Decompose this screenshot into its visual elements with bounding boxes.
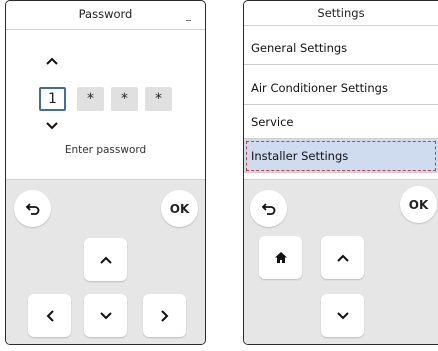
back-arrow-icon	[261, 202, 275, 215]
menu-item-installer-settings[interactable]: Installer Settings	[244, 139, 438, 173]
keypad: OK	[6, 179, 205, 344]
back-button[interactable]	[14, 190, 51, 227]
up-button[interactable]	[321, 236, 364, 279]
password-digit-3[interactable]: *	[111, 87, 138, 111]
down-button[interactable]	[321, 294, 364, 337]
title-divider-mark	[186, 20, 191, 21]
back-arrow-icon	[25, 202, 39, 215]
chevron-down-icon	[99, 311, 112, 319]
chevron-up-icon	[336, 254, 349, 262]
chevron-down-icon	[336, 311, 349, 319]
right-button[interactable]	[143, 294, 186, 337]
chevron-left-icon	[46, 309, 54, 322]
up-button[interactable]	[84, 238, 127, 281]
chevron-right-icon	[160, 309, 168, 322]
home-icon	[274, 252, 287, 263]
settings-device-screen: Settings General Settings Air Conditione…	[243, 0, 438, 345]
chevron-down-icon[interactable]	[45, 120, 59, 135]
keypad: OK	[244, 179, 438, 344]
chevron-up-icon[interactable]	[45, 55, 59, 70]
enter-password-label: Enter password	[64, 144, 147, 156]
screen-title: Settings	[244, 1, 438, 26]
chevron-up-icon	[99, 256, 112, 264]
ok-button[interactable]: OK	[400, 186, 437, 223]
menu-item-air-conditioner-settings[interactable]: Air Conditioner Settings	[244, 71, 438, 105]
password-device-screen: Password 1 * * * Enter password OK	[5, 0, 206, 345]
ok-button[interactable]: OK	[161, 190, 198, 227]
menu-item-service[interactable]: Service	[244, 105, 438, 139]
menu-item-general-settings[interactable]: General Settings	[244, 31, 438, 65]
left-button[interactable]	[28, 294, 71, 337]
screen-title: Password	[6, 1, 205, 30]
back-button[interactable]	[250, 190, 287, 227]
password-digit-4[interactable]: *	[145, 87, 172, 111]
down-button[interactable]	[84, 294, 127, 337]
password-digit-1[interactable]: 1	[39, 87, 66, 111]
home-button[interactable]	[259, 236, 302, 279]
password-digit-2[interactable]: *	[77, 87, 104, 111]
